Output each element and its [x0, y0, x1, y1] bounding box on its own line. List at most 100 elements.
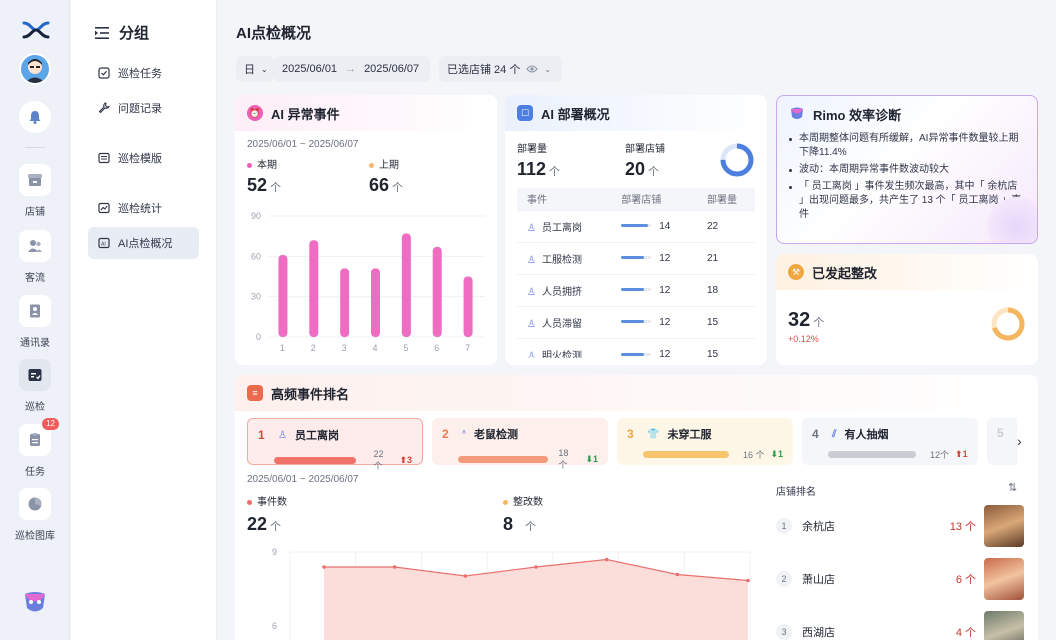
customers-icon: [19, 230, 51, 262]
list-item[interactable]: 2 萧山店 6 个: [776, 558, 1024, 600]
table-row: ♙ 人员滞留 12 15: [517, 305, 755, 338]
bar: [309, 240, 319, 337]
anomaly-range: 2025/06/01 ~ 2025/06/07: [247, 139, 359, 150]
rail-item-contacts[interactable]: 通讯录: [0, 295, 70, 349]
rank-number: 2: [442, 427, 449, 441]
subnav-item-templates[interactable]: 巡检模版: [88, 142, 199, 174]
table-row: ♙ 明火检测 12 15: [517, 337, 755, 358]
diagnosis-item: 波动：本周期异常事件数波动较大: [789, 163, 1025, 177]
deploy-card: ☐ AI 部署概况 部署量 112 个 部署店铺 20 个 事件 部署店铺 部署量 …: [505, 95, 767, 365]
store-rank-title: 店铺排名: [776, 487, 816, 498]
events-stat: 事件数 22 个: [247, 493, 287, 535]
rank-number: 1: [258, 428, 265, 442]
rat-icon: ᐢ: [462, 428, 466, 440]
unit: 个: [813, 317, 825, 329]
store-rank-number: 3: [776, 624, 792, 640]
subnav-item-inspection-tasks[interactable]: 巡检任务: [88, 57, 199, 89]
list-item[interactable]: 1 余杭店 13 个: [776, 505, 1024, 547]
current-label: 本期: [257, 160, 277, 171]
date-range-picker[interactable]: 2025/06/01 → 2025/06/07: [274, 56, 430, 82]
deploy-count-stat: 部署量 112 个: [517, 140, 560, 180]
anomaly-card: ⏰ AI 异常事件 2025/06/01 ~ 2025/06/07 本期 52 个…: [235, 95, 497, 365]
event-name: 人员拥挤: [541, 286, 582, 298]
deploy-progress-bar: [621, 320, 652, 324]
deploy-stores-stat: 部署店铺 20 个: [625, 140, 665, 180]
rank-card-2[interactable]: 2 ᐢ 老鼠检测 18 个 ⬇1: [432, 418, 608, 470]
data-point: [675, 572, 680, 577]
svg-text:AI: AI: [101, 242, 106, 248]
sort-icon[interactable]: ⇅: [1008, 481, 1017, 494]
ranking-card-header: ≡ 高频事件排名: [235, 375, 1038, 411]
rank-event-name: 老鼠检测: [473, 429, 518, 441]
subnav-item-label: 问题记录: [118, 103, 162, 115]
avatar[interactable]: [19, 53, 51, 85]
rail-item-inspection[interactable]: 巡检: [0, 359, 70, 413]
store-thumbnail[interactable]: [984, 558, 1024, 600]
chevron-right-icon[interactable]: ›: [1017, 433, 1022, 449]
store-select[interactable]: 已选店铺 24 个 ⌄: [439, 56, 562, 82]
deploy-table: 事件 部署店铺 部署量 ♙ 员工离岗 14 22 ♙ 工服检测 12 21 ♙ 人员拥挤 12 18 ♙…: [517, 188, 755, 358]
anomaly-bar-chart: 0 30 60 90 1 2 3 4 5 6 7: [251, 211, 485, 353]
subnav-item-issue-records[interactable]: 问题记录: [88, 92, 199, 124]
rank-card-1[interactable]: 1 ♙ 员工离岗 22 个 ⬆3: [247, 418, 423, 471]
subnav-header: 分组: [95, 22, 149, 43]
deploy-count-cell: 22: [706, 220, 719, 232]
main-content: AI点检概况 日 ⌄ 2025/06/01 → 2025/06/07 已选店铺 …: [217, 0, 1056, 640]
column-header: 事件: [517, 188, 612, 210]
x-tick-label: 1: [280, 343, 285, 353]
anomaly-summary: 2025/06/01 ~ 2025/06/07 本期 52 个 上期 66 个: [235, 131, 497, 196]
deploy-count-cell: 21: [706, 252, 719, 264]
store-name: 西湖店: [802, 627, 835, 639]
deploy-stores-cell: 12: [659, 252, 671, 264]
tasks-badge: 12: [42, 418, 59, 430]
checkbox-list-icon: [98, 67, 110, 79]
subnav-item-label: 巡检模版: [118, 153, 162, 165]
ranking-title: 高频事件排名: [271, 386, 350, 402]
rank-bar: [274, 457, 356, 464]
anomaly-card-header: ⏰ AI 异常事件: [235, 95, 497, 131]
rail-item-gallery[interactable]: 巡检图库: [0, 488, 70, 542]
rail-item-tasks[interactable]: 12 任务: [0, 418, 70, 478]
store-count: 6 个: [955, 574, 976, 586]
deploy-card-header: ☐ AI 部署概况: [505, 95, 767, 131]
subnav-item-label: AI点检概况: [118, 238, 173, 250]
rail-item-label: 巡检图库: [15, 531, 55, 542]
eye-icon[interactable]: [526, 64, 539, 74]
crowd-icon: ♙: [527, 286, 536, 298]
rimo-assistant-icon[interactable]: [21, 588, 49, 616]
store-rank-number: 1: [776, 518, 792, 534]
app-logo-icon[interactable]: [22, 20, 50, 40]
rank-bar: [643, 451, 729, 458]
subnav-item-statistics[interactable]: 巡检统计: [88, 192, 199, 224]
store-thumbnail[interactable]: [984, 611, 1024, 640]
tasks-icon: 12: [19, 418, 59, 456]
store-rank-list: 1 余杭店 13 个 2 萧山店 6 个 3 西湖店 4 个: [776, 505, 1024, 640]
previous-label: 上期: [379, 160, 399, 171]
uniform-icon: ♙: [527, 254, 536, 266]
rank-card-3[interactable]: 3 👕 未穿工服 16 个 ⬇1: [617, 418, 793, 465]
rank-card-4[interactable]: 4 ⫽ 有人抽烟 12个 ⬆1: [802, 418, 978, 465]
rank-card-5[interactable]: 5: [987, 418, 1017, 465]
statistics-icon: [98, 202, 110, 214]
icon-rail: 店铺 客流 通讯录 巡检 12 任务 巡检图库: [0, 0, 70, 640]
rail-item-label: 通讯录: [20, 338, 50, 349]
period-select[interactable]: 日 ⌄: [236, 56, 274, 82]
store-count: 13 个: [949, 521, 976, 533]
collapse-menu-icon[interactable]: [95, 26, 109, 39]
person-icon: ♙: [527, 222, 536, 234]
column-header: 部署量: [696, 188, 755, 210]
list-item[interactable]: 3 西湖店 4 个: [776, 611, 1024, 640]
table-header-row: 事件 部署店铺 部署量: [517, 188, 755, 210]
rail-item-customers[interactable]: 客流: [0, 230, 70, 284]
subnav-item-ai-overview[interactable]: AI AI点检概况: [88, 227, 199, 259]
store-thumbnail[interactable]: [984, 505, 1024, 547]
rail-item-store[interactable]: 店铺: [0, 164, 70, 218]
notification-bell-icon[interactable]: [19, 101, 51, 133]
rank-delta-up: ⬆3: [399, 455, 412, 465]
rank-event-name: 未穿工服: [667, 429, 712, 441]
data-point: [463, 574, 468, 578]
deploy-stores-cell: 12: [659, 316, 671, 328]
store-rank-number: 2: [776, 571, 792, 587]
y-tick-label: 0: [256, 332, 261, 342]
unit: 个: [648, 166, 660, 178]
